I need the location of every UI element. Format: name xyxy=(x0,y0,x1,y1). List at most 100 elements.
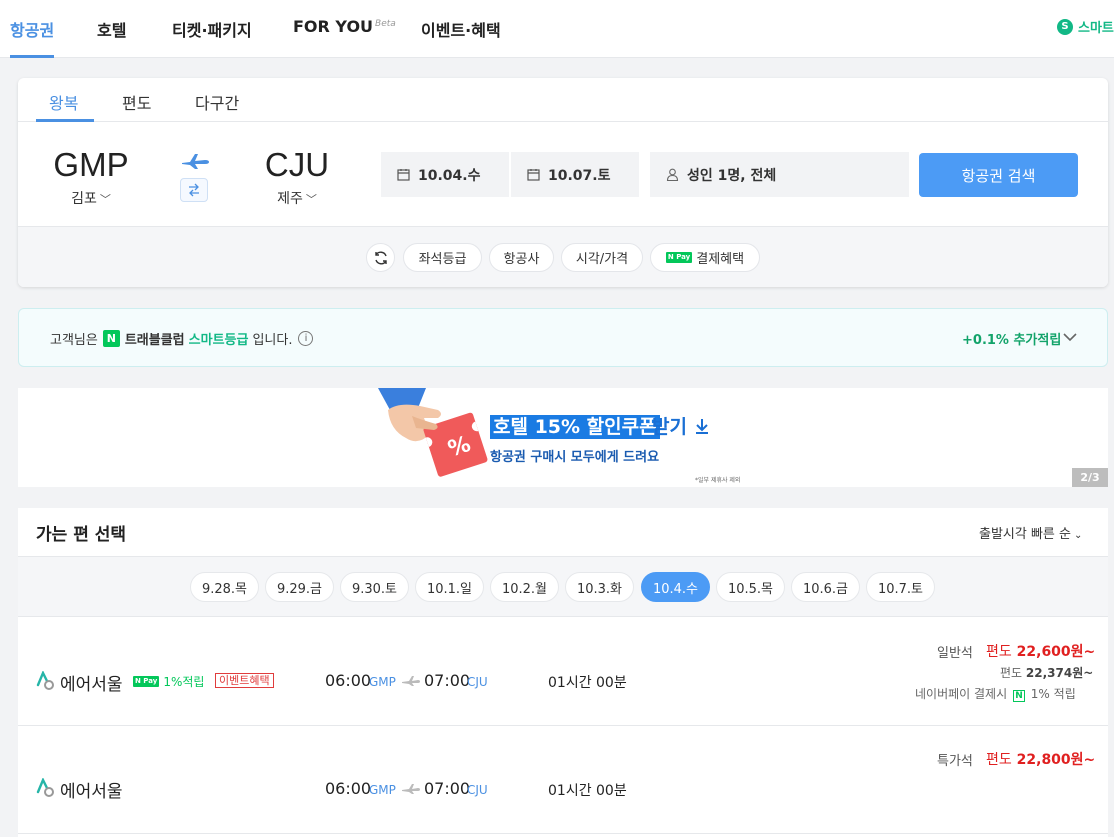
sort-dropdown[interactable]: 출발시각 빠른 순 ⌄ xyxy=(979,523,1082,542)
flight-row[interactable]: 에어서울 06:00 GMP 07:00 CJU 01시간 00분 특가석 편도… xyxy=(18,726,1108,834)
promo-subline: 항공권 구매시 모두에게 드려요 xyxy=(490,450,660,465)
fare-price: 편도 22,600원~ xyxy=(986,641,1095,661)
seat-class: 일반석 xyxy=(937,646,973,661)
date-chip[interactable]: 10.3.화 xyxy=(565,572,634,602)
search-flights-button[interactable]: 항공권 검색 xyxy=(919,153,1078,197)
trip-type-tabs: 왕복 편도 다구간 xyxy=(18,78,1108,122)
swap-icon xyxy=(189,183,199,197)
date-chip[interactable]: 9.28.목 xyxy=(190,572,259,602)
fare-prefix: 편도 xyxy=(986,644,1012,660)
filter-payment-benefit[interactable]: N Pay 결제혜택 xyxy=(650,243,760,272)
flight-duration: 01시간 00분 xyxy=(548,783,627,799)
tab-tickets-packages[interactable]: 티켓·패키지 xyxy=(172,17,252,41)
arrival-time: 07:00 xyxy=(424,671,471,690)
promo-headline: 호텔 15% 할인쿠폰 xyxy=(490,415,660,439)
active-tab-underline xyxy=(10,55,54,58)
fare-price: 편도 22,800원~ xyxy=(986,749,1095,769)
download-arrow-icon xyxy=(695,419,708,434)
flight-results: 가는 편 선택 출발시각 빠른 순 ⌄ 9.28.목 9.29.금 9.30.토 … xyxy=(18,508,1108,837)
depart-date-field[interactable]: 10.04.수 xyxy=(381,152,509,197)
tab-one-way[interactable]: 편도 xyxy=(122,90,151,114)
return-date: 10.07.토 xyxy=(548,167,611,184)
calendar-icon xyxy=(397,169,410,181)
date-chip[interactable]: 9.30.토 xyxy=(340,572,409,602)
fare-amount: 22,600원~ xyxy=(1016,644,1096,660)
travel-club-banner[interactable]: 고객님은 N 트래블클럽 스마트등급 입니다. i +0.1% 추가적립 xyxy=(18,308,1108,367)
return-date-field[interactable]: 10.07.토 xyxy=(511,152,639,197)
top-nav: 항공권 호텔 티켓·패키지 FOR YOU Beta 이벤트·혜택 S 스마트 xyxy=(0,0,1114,58)
smart-grade-link[interactable]: S 스마트 xyxy=(1057,17,1114,36)
airline-name: 에어서울 xyxy=(60,675,123,695)
club-name: 트래블클럽 xyxy=(124,333,185,348)
tab-events-benefits[interactable]: 이벤트·혜택 xyxy=(421,17,501,41)
air-seoul-logo-icon xyxy=(36,671,54,690)
destination-city: 제주 xyxy=(277,191,303,207)
tab-for-you-label: FOR YOU xyxy=(293,17,374,36)
chevron-down-icon[interactable] xyxy=(1062,329,1078,345)
tab-round-trip[interactable]: 왕복 xyxy=(49,90,78,114)
coupon-hand-illustration: % xyxy=(378,388,488,477)
info-icon[interactable]: i xyxy=(298,331,314,346)
date-chip[interactable]: 9.29.금 xyxy=(265,572,334,602)
date-chip[interactable]: 10.2.월 xyxy=(490,572,559,602)
banner-pager: 2/3 xyxy=(1072,468,1108,487)
promo-get-label: 받기 xyxy=(652,416,687,438)
discounted-fare: 편도 22,374원~ xyxy=(1000,664,1093,681)
filter-payment-label: 결제혜택 xyxy=(696,252,745,267)
flight-row[interactable]: 에어서울 N Pay 1%적립 이벤트혜택 06:00 GMP 07:00 CJ… xyxy=(18,618,1108,726)
filter-bar: 좌석등급 항공사 시각/가격 N Pay 결제혜택 xyxy=(18,226,1108,287)
beta-label: Beta xyxy=(375,18,396,29)
date-chip[interactable]: 10.6.금 xyxy=(791,572,860,602)
tab-multi-city[interactable]: 다구간 xyxy=(195,90,239,114)
filter-time-price[interactable]: 시각/가격 xyxy=(561,243,643,272)
smart-label: 스마트 xyxy=(1078,21,1114,36)
discounted-fare-amount: 22,374원~ xyxy=(1025,666,1094,680)
depart-date: 10.04.수 xyxy=(418,167,481,184)
event-badge: 이벤트혜택 xyxy=(215,673,274,688)
airplane-icon xyxy=(182,154,209,169)
chevron-down-icon: ﹀ xyxy=(99,193,111,206)
departure-time: 06:00 xyxy=(325,779,372,798)
date-chip[interactable]: 10.5.목 xyxy=(716,572,785,602)
date-selector: 9.28.목 9.29.금 9.30.토 10.1.일 10.2.월 10.3.… xyxy=(18,556,1108,617)
flight-arrow-icon xyxy=(402,676,420,686)
tab-hotels[interactable]: 호텔 xyxy=(97,17,126,41)
arrival-airport: CJU xyxy=(467,675,488,689)
calendar-icon xyxy=(527,169,540,181)
discounted-fare-prefix: 편도 xyxy=(1000,666,1023,680)
promo-banner[interactable]: % 호텔 15% 할인쿠폰 받기 항공권 구매시 모두에게 드려요 *일부 제휴… xyxy=(18,388,1108,487)
flight-arrow-icon xyxy=(402,784,420,794)
club-prefix: 고객님은 xyxy=(50,333,98,348)
reset-filters-button[interactable] xyxy=(366,243,395,272)
fare-prefix: 편도 xyxy=(986,752,1012,768)
npay-rate: 1%적립 xyxy=(163,675,205,689)
origin-city: 김포 xyxy=(71,191,97,207)
tab-for-you[interactable]: FOR YOU Beta xyxy=(293,17,396,36)
filter-airline[interactable]: 항공사 xyxy=(489,243,554,272)
sort-label: 출발시각 빠른 순 xyxy=(979,527,1071,542)
npay-note-rate: 1% 적립 xyxy=(1030,687,1076,701)
npay-note-prefix: 네이버페이 결제시 xyxy=(915,687,1008,701)
date-chip[interactable]: 10.4.수 xyxy=(641,572,710,602)
club-suffix: 입니다. xyxy=(252,333,293,348)
person-icon xyxy=(666,168,679,181)
arrival-airport: CJU xyxy=(467,783,488,797)
date-chip[interactable]: 10.7.토 xyxy=(866,572,935,602)
chevron-down-icon: ⌄ xyxy=(1074,530,1083,541)
passenger-field[interactable]: 성인 1명, 전체 xyxy=(650,152,909,197)
flight-search-card: 왕복 편도 다구간 GMP 김포 ﹀ CJU 제주 ﹀ 10.04.수 10.07.… xyxy=(18,78,1108,287)
arrival-time: 07:00 xyxy=(424,779,471,798)
departure-airport: GMP xyxy=(369,783,396,797)
trip-tab-underline xyxy=(36,119,94,122)
destination-airport[interactable]: CJU 제주 ﹀ xyxy=(258,146,336,208)
npay-icon: N Pay xyxy=(665,252,693,263)
airline-name: 에어서울 xyxy=(60,782,123,802)
extra-points-label: +0.1% 추가적립 xyxy=(962,333,1062,348)
tab-flights[interactable]: 항공권 xyxy=(10,17,54,41)
swap-airports-button[interactable] xyxy=(180,178,208,202)
naver-n-icon: N xyxy=(1012,690,1025,702)
origin-code: GMP xyxy=(53,146,129,183)
filter-seat-class[interactable]: 좌석등급 xyxy=(403,243,482,272)
date-chip[interactable]: 10.1.일 xyxy=(415,572,484,602)
origin-airport[interactable]: GMP 김포 ﹀ xyxy=(48,146,134,208)
